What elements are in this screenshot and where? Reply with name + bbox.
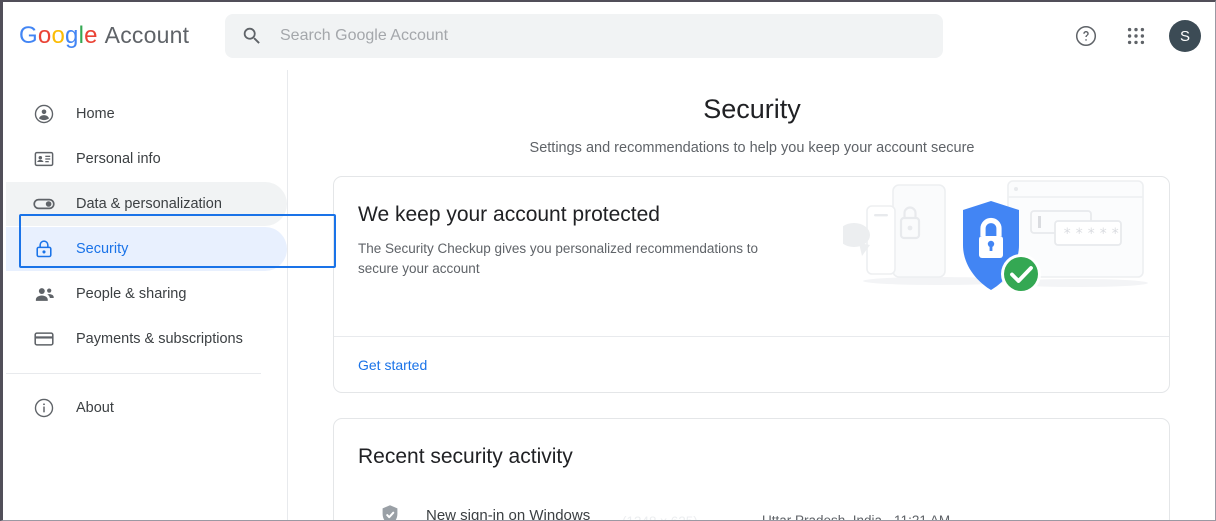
sidebar-item-about[interactable]: About (6, 386, 287, 430)
sidebar-item-label: Security (76, 241, 129, 257)
shield-check-icon (382, 505, 398, 520)
credit-card-icon (32, 327, 56, 351)
apps-grid-icon (1127, 27, 1145, 45)
checkup-card-body: We keep your account protected The Secur… (334, 177, 1169, 294)
search-input[interactable] (280, 27, 943, 45)
sidebar-item-label: Payments & subscriptions (76, 331, 243, 347)
svg-text:*: * (1063, 226, 1071, 242)
avatar[interactable]: S (1169, 20, 1201, 52)
help-button[interactable] (1069, 19, 1103, 53)
checkup-description: The Security Checkup gives you personali… (358, 241, 758, 276)
app-header: Google Account Search Google Account S (3, 2, 1215, 70)
sidebar-item-payments-subscriptions[interactable]: Payments & subscriptions (6, 317, 287, 361)
svg-text:*: * (1099, 226, 1107, 242)
sidebar-item-label: People & sharing (76, 286, 187, 302)
security-shield-devices-illustration: * * * * * (843, 180, 1148, 294)
browser-window: Google Account Search Google Account S H… (0, 0, 1216, 521)
sidebar-item-home[interactable]: Home (6, 92, 287, 136)
help-circle-icon (1075, 25, 1097, 47)
id-badge-icon (32, 147, 56, 171)
search-icon (243, 27, 260, 44)
brand-logo[interactable]: Google Account (19, 22, 209, 50)
main-content: Security Settings and recommendations to… (289, 70, 1215, 520)
svg-text:*: * (1075, 226, 1083, 242)
security-checkup-card: We keep your account protected The Secur… (333, 176, 1170, 393)
lock-icon (32, 237, 56, 261)
sidebar-item-label: Home (76, 106, 115, 122)
logo-letter-g1: G (19, 22, 38, 49)
checkup-card-divider (334, 336, 1169, 337)
svg-text:*: * (1111, 226, 1119, 242)
header-actions: S (1069, 2, 1203, 70)
activity-meta: Uttar Pradesh, India - 11:21 AM (762, 513, 950, 520)
logo-letter-e: e (84, 22, 98, 49)
page-title: Security (703, 94, 801, 124)
sidebar-item-people-sharing[interactable]: People & sharing (6, 272, 287, 316)
sidebar-item-data-personalization[interactable]: Data & personalization (6, 182, 287, 226)
activity-title: New sign-in on Windows (426, 506, 591, 521)
sidebar-item-label: About (76, 400, 114, 416)
activity-heading: Recent security activity (358, 445, 573, 468)
logo-letter-o1: o (37, 22, 52, 49)
people-icon (32, 282, 56, 306)
search-bar[interactable] (225, 14, 943, 58)
recent-security-activity-card: Recent security activity New sign-in on … (333, 418, 1170, 520)
sidebar-item-personal-info[interactable]: Personal info (6, 137, 287, 181)
logo-letter-g2: g (65, 22, 79, 49)
google-logo: Google (19, 22, 98, 50)
activity-list-item[interactable]: New sign-in on Windows (358, 503, 1145, 520)
account-circle-icon (32, 102, 56, 126)
google-apps-button[interactable] (1119, 19, 1153, 53)
get-started-link[interactable]: Get started (358, 357, 427, 373)
sidebar-item-security[interactable]: Security (6, 227, 287, 271)
sidebar: Home Personal info Data & personalizatio… (6, 70, 288, 520)
info-circle-icon (32, 396, 56, 420)
sidebar-divider (6, 373, 261, 374)
sidebar-item-label: Data & personalization (76, 196, 222, 212)
sidebar-item-label: Personal info (76, 151, 161, 167)
activity-card-body: Recent security activity New sign-in on … (334, 419, 1169, 520)
toggle-switch-icon (32, 192, 56, 216)
brand-word: Account (104, 22, 190, 48)
page-subtitle: Settings and recommendations to help you… (529, 140, 975, 156)
checkup-heading: We keep your account protected (358, 203, 660, 226)
logo-letter-o2: o (51, 22, 65, 49)
svg-text:*: * (1087, 226, 1095, 242)
